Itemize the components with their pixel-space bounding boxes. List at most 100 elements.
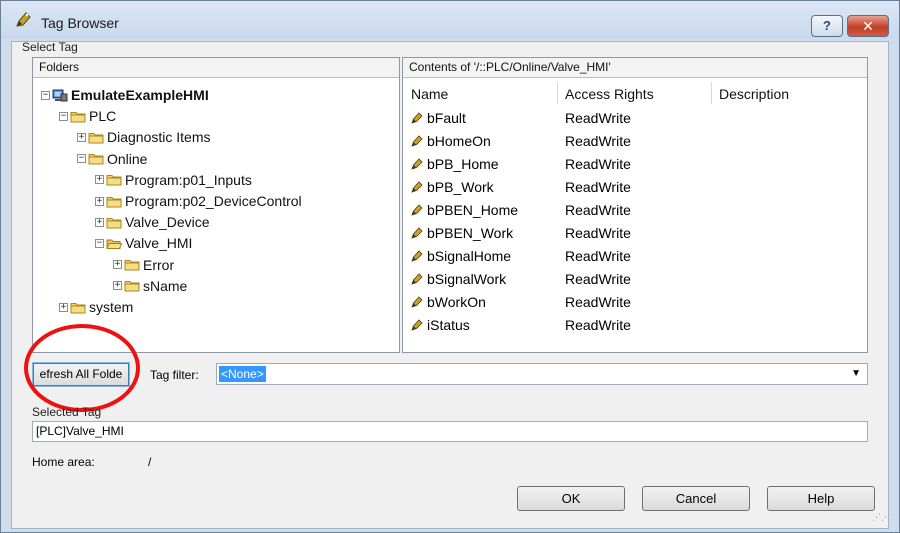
select-tag-label: Select Tag — [22, 40, 78, 54]
tree-node-label: EmulateExampleHMI — [71, 87, 209, 103]
tree-node[interactable]: + Valve_Device — [95, 213, 210, 231]
folder-icon — [88, 132, 104, 144]
tag-name: bPBEN_Home — [427, 202, 519, 218]
selected-tag-label: Selected Tag — [32, 405, 102, 419]
tree-node[interactable]: − PLC — [59, 107, 116, 125]
tree-node-label: Valve_HMI — [125, 235, 193, 252]
tag-access-rights: ReadWrite — [565, 133, 631, 149]
tree-node[interactable]: + Program:p02_DeviceControl — [95, 192, 302, 210]
column-divider[interactable] — [711, 82, 712, 104]
tag-row[interactable]: bPBEN_Work ReadWrite — [403, 224, 867, 244]
tag-name: bSignalWork — [427, 271, 507, 287]
tag-row[interactable]: bWorkOn ReadWrite — [403, 293, 867, 313]
tag-access-rights: ReadWrite — [565, 317, 631, 333]
tree-node[interactable]: + Diagnostic Items — [77, 128, 210, 146]
folder-icon — [124, 260, 140, 271]
tree-node[interactable]: + system — [59, 298, 133, 316]
tag-pencil-icon — [411, 181, 423, 193]
tag-row[interactable]: bPB_Home ReadWrite — [403, 155, 867, 175]
column-divider[interactable] — [557, 82, 558, 104]
expand-icon[interactable]: + — [113, 260, 122, 270]
help-title-button[interactable]: ? — [811, 15, 843, 37]
tag-pencil-icon — [411, 158, 423, 170]
open-folder-icon — [106, 239, 122, 249]
tag-name: bHomeOn — [427, 133, 491, 149]
collapse-icon[interactable]: − — [59, 111, 68, 121]
tag-filter-combo[interactable]: <None> ▼ — [216, 363, 868, 385]
tag-access-rights: ReadWrite — [565, 225, 631, 241]
folders-header: Folders — [33, 58, 399, 78]
tag-row[interactable]: bFault ReadWrite — [403, 109, 867, 129]
tag-pencil-icon — [411, 319, 423, 331]
column-access-rights-header[interactable]: Access Rights — [565, 86, 654, 102]
tag-pencil-icon — [411, 250, 423, 262]
cancel-button[interactable]: Cancel — [642, 486, 750, 511]
tag-name: iStatus — [427, 317, 470, 333]
tag-name: bPB_Work — [427, 179, 494, 195]
home-area-label: Home area: — [32, 455, 95, 469]
tree-node-label: PLC — [89, 108, 117, 125]
folders-pane[interactable]: Folders − EmulateExampleHMI − PLC + Diagnosti… — [32, 57, 400, 353]
title-bar[interactable]: Tag Browser ? ✕ — [1, 1, 899, 39]
tag-pencil-icon — [411, 112, 423, 124]
folder-icon — [70, 111, 86, 123]
tag-filter-label: Tag filter: — [150, 368, 199, 382]
expand-icon[interactable]: + — [95, 217, 104, 227]
folder-icon — [106, 217, 122, 229]
folder-icon — [88, 154, 104, 165]
expand-icon[interactable]: + — [59, 302, 68, 312]
tree-node-label: Online — [107, 150, 148, 167]
tag-row[interactable]: bHomeOn ReadWrite — [403, 132, 867, 152]
tag-row[interactable]: bSignalWork ReadWrite — [403, 270, 867, 290]
column-description-header[interactable]: Description — [719, 86, 789, 102]
collapse-icon[interactable]: − — [95, 238, 104, 248]
expand-icon[interactable]: + — [95, 175, 104, 185]
window-title: Tag Browser — [41, 15, 119, 31]
expand-icon[interactable]: + — [95, 196, 104, 206]
column-name-header[interactable]: Name — [411, 86, 448, 102]
computer-icon — [52, 89, 68, 101]
expand-icon[interactable]: + — [113, 281, 122, 291]
folder-icon — [70, 302, 86, 313]
resize-grip-icon[interactable]: ⋰⋰ — [872, 512, 890, 523]
collapse-icon[interactable]: − — [41, 90, 50, 100]
tag-row[interactable]: bPBEN_Home ReadWrite — [403, 201, 867, 221]
tag-name: bWorkOn — [427, 294, 486, 310]
folder-icon — [106, 175, 122, 186]
tag-access-rights: ReadWrite — [565, 179, 631, 195]
dropdown-arrow-icon[interactable]: ▼ — [851, 368, 861, 379]
tag-access-rights: ReadWrite — [565, 248, 631, 264]
folder-icon — [106, 196, 122, 207]
tag-access-rights: ReadWrite — [565, 156, 631, 172]
contents-pane[interactable]: Contents of '/::PLC/Online/Valve_HMI' Na… — [402, 57, 868, 353]
close-button[interactable]: ✕ — [847, 15, 889, 37]
tree-node-label: sName — [143, 277, 188, 294]
tree-node[interactable]: − Online — [77, 150, 147, 168]
tag-access-rights: ReadWrite — [565, 294, 631, 310]
tree-node[interactable]: − EmulateExampleHMI — [41, 86, 209, 104]
tree-node[interactable]: + sName — [113, 277, 187, 295]
tag-row[interactable]: iStatus ReadWrite — [403, 316, 867, 336]
tree-node-label: Program:p02_DeviceControl — [125, 193, 302, 209]
tag-access-rights: ReadWrite — [565, 271, 631, 287]
tag-name: bPB_Home — [427, 156, 499, 172]
tag-row[interactable]: bPB_Work ReadWrite — [403, 178, 867, 198]
tag-row[interactable]: bSignalHome ReadWrite — [403, 247, 867, 267]
red-annotation-circle — [24, 324, 140, 412]
tag-pencil-icon — [411, 273, 423, 285]
tree-node[interactable]: + Program:p01_Inputs — [95, 171, 252, 189]
tag-access-rights: ReadWrite — [565, 110, 631, 126]
help-button[interactable]: Help — [767, 486, 875, 511]
tree-node-label: Program:p01_Inputs — [125, 171, 252, 188]
tag-name: bFault — [427, 110, 466, 126]
tree-node[interactable]: − Valve_HMI — [95, 234, 192, 252]
contents-header: Contents of '/::PLC/Online/Valve_HMI' — [403, 58, 867, 78]
tag-pencil-icon — [411, 227, 423, 239]
ok-button[interactable]: OK — [517, 486, 625, 511]
expand-icon[interactable]: + — [77, 132, 86, 142]
tree-node[interactable]: + Error — [113, 256, 174, 274]
selected-tag-field[interactable]: [PLC]Valve_HMI — [32, 421, 868, 442]
collapse-icon[interactable]: − — [77, 154, 86, 164]
tag-access-rights: ReadWrite — [565, 202, 631, 218]
tag-filter-value: <None> — [219, 366, 266, 382]
